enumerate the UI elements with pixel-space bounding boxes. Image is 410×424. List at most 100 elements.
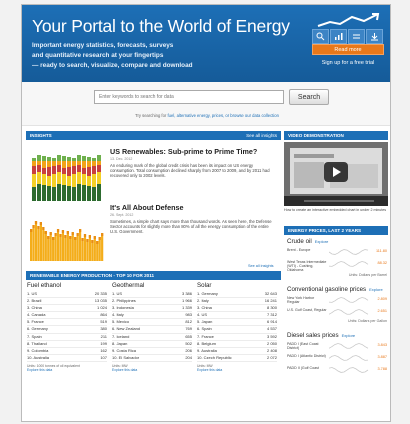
area-bar-top [49,232,52,235]
bar-segment [67,176,71,186]
area-bar [69,236,72,261]
explore-data-link[interactable]: Explore this data [27,368,52,372]
table-row: 4. US 7 312 [197,312,277,320]
suggestion-links[interactable]: fuel, alternative energy, prices, or bro… [168,113,279,118]
bar-segment [77,184,81,201]
renewable-column: Fuel ethanol 1. US 20 335 2. Brazil 13 035 3.… [27,282,107,372]
table-row: 6. Germany 380 [27,326,107,334]
bar-segment [67,186,71,201]
table-row: 1. US 20 335 [27,291,107,299]
bar-segment [32,166,36,174]
see-all-insights-link[interactable]: See all insights [248,264,274,268]
bar-segment [47,161,51,167]
value: 204 [185,354,192,360]
bar-segment [37,184,41,201]
country: 1. US [112,291,123,296]
price-row[interactable]: U.S. Gulf Coast, Regular 2.651 [287,307,387,317]
see-all-insights-link[interactable]: See all insights [246,131,277,140]
price-row[interactable]: Brent - Europe 111.80 [287,247,387,257]
value: 13 035 [94,298,107,304]
value: 16 241 [264,298,277,304]
country: 6. Germany [27,326,48,332]
insight-chart-thumbnail[interactable] [29,147,104,203]
price-series-name: PADD II (Gulf Coast [287,366,319,370]
price-value: 3.887 [377,355,387,359]
bar-segment [87,176,91,186]
area-bar-top [71,232,74,235]
area-bar [44,231,47,261]
area-bar [91,240,94,261]
search-button[interactable]: Search [289,89,329,105]
sparkline [329,355,369,361]
area-bar-top [37,226,40,229]
explore-link[interactable]: Explore [315,239,329,244]
area-bar [66,231,69,261]
search-input[interactable] [94,90,284,104]
column-title: Geothermal [112,282,145,289]
bar-segment [77,155,81,161]
table-row: 7. Iceland 655 [112,334,192,341]
area-bar [39,222,42,261]
value: 2 072 [266,354,277,360]
value: 983 [185,312,192,318]
article-summary: An enduring mark of the global credit cr… [110,163,270,179]
feature-icons [312,29,383,44]
value: 107 [100,354,107,360]
sparkline-path [329,297,369,303]
insight-chart-thumbnail[interactable] [29,205,104,261]
article-title-link[interactable]: US Renewables: Sub-prime to Prime Time? [110,147,278,156]
sparkline [329,261,369,267]
bar-segment [77,161,81,165]
bar-segment [92,158,96,161]
play-icon[interactable] [324,162,348,182]
bar-segment [72,174,76,187]
value: 864 [100,312,107,318]
price-row[interactable]: West Texas Intermediate (WTI) - Cushing,… [287,259,387,272]
video-player[interactable] [284,142,388,206]
country: 9. Australia [197,347,217,353]
price-row[interactable]: PADD I (East Coast District) 3.843 [287,341,387,351]
country: 1. US [27,291,38,296]
bar-segment [57,155,61,161]
country: 10. Australia [27,354,50,360]
country: 1. Germany [197,291,218,296]
brand-logo-icon [317,13,380,27]
value: 20 335 [94,291,107,296]
bar-segment [62,174,66,185]
area-bar-top [61,230,65,233]
renewable-column: Solar 1. Germany 32 643 2. Italy 16 241 3. Ch… [197,282,277,372]
country: 9. Costa Rica [112,347,137,353]
country: 4. Italy [112,312,124,318]
value: 380 [100,326,107,332]
group-title: Conventional gasoline prices [287,286,367,293]
area-bar-top [30,229,33,232]
area-bar-top [88,235,91,238]
price-value: 3.788 [377,367,387,371]
bar-segment [87,157,91,161]
bar-segment [32,174,36,187]
area-bar [79,229,82,261]
price-row[interactable]: PADD II (Gulf Coast 3.788 [287,365,387,375]
value: 206 [185,347,192,353]
bar-segment [97,184,101,201]
explore-link[interactable]: Explore [342,333,356,338]
price-series-name: West Texas Intermediate (WTI) - Cushing,… [287,260,327,272]
signup-link[interactable]: Sign up for a free trial [312,60,384,66]
area-bar-top [54,233,57,236]
price-row[interactable]: New York Harbor Regular 2.809 [287,295,387,305]
explore-data-link[interactable]: Explore this data [112,368,137,372]
table-row: 5. Mexico 812 [112,319,192,327]
explore-link[interactable]: Explore [369,287,383,292]
read-more-button[interactable]: Read more [312,44,384,55]
country: 5. Japan [197,319,213,325]
value: 1 966 [181,298,192,304]
explore-data-link[interactable]: Explore this data [197,368,222,372]
compare-icon [348,29,365,44]
article-title-link[interactable]: It's All About Defense [110,203,278,212]
price-row[interactable]: PADD I (Atlantic District) 3.887 [287,353,387,363]
insight-article: US Renewables: Sub-prime to Prime Time? … [110,147,278,178]
bar-segment [47,176,51,186]
value: 502 [185,340,192,346]
value: 7 312 [266,312,277,318]
price-value: 3.843 [377,343,387,347]
